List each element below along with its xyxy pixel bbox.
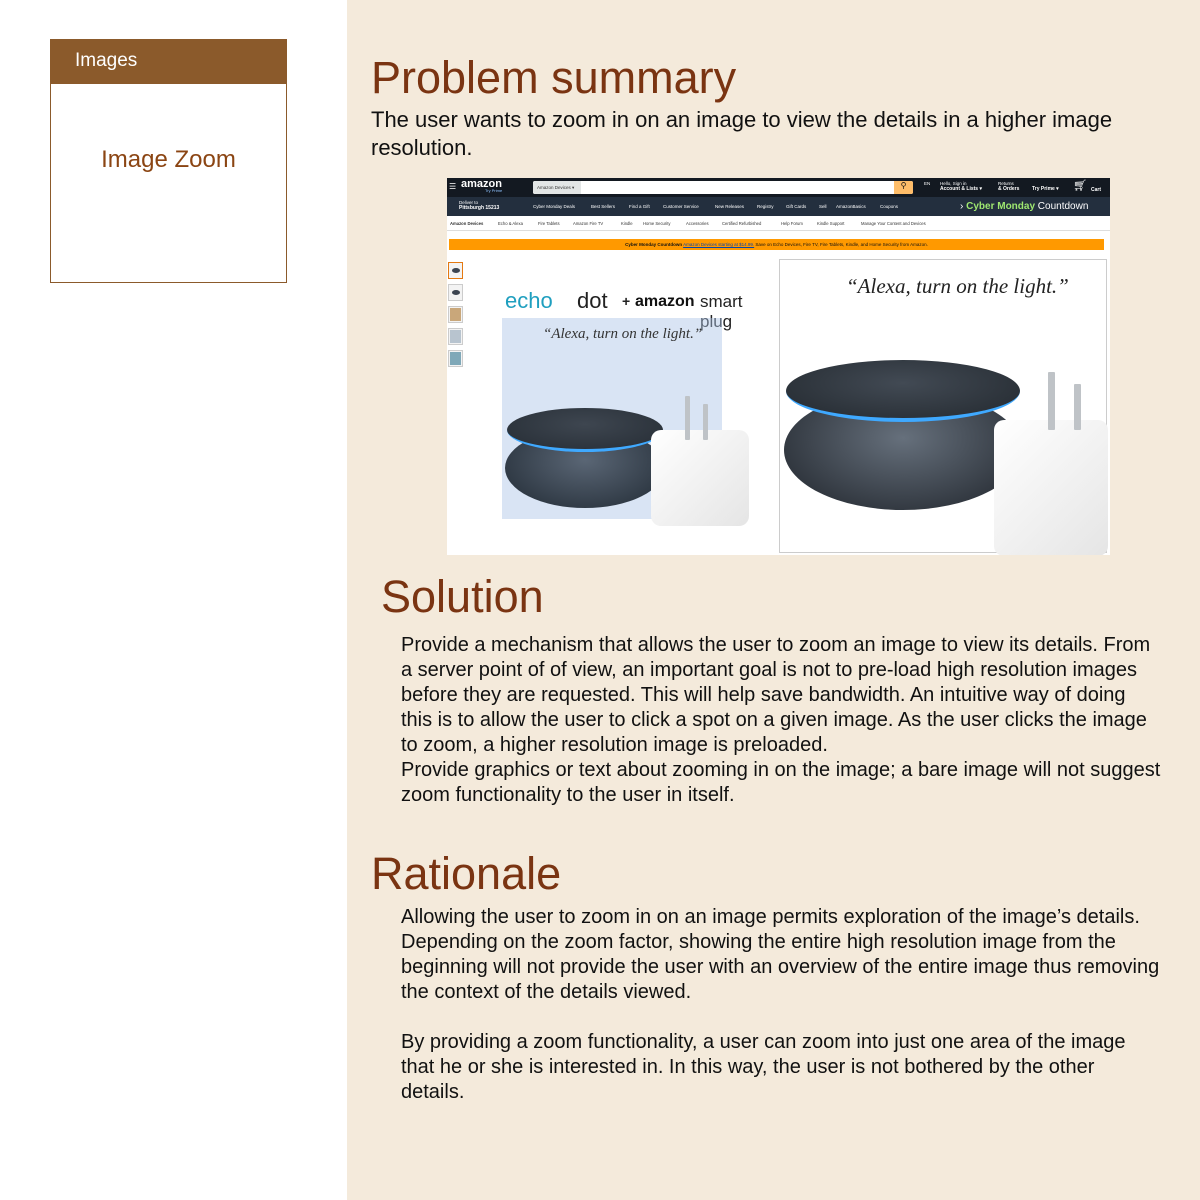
deliver-location: Pittsburgh 15213 — [459, 205, 500, 211]
sub-nav-link: Accessories — [686, 221, 709, 226]
nav-link: Coupons — [880, 204, 899, 209]
thumbnail — [448, 350, 463, 367]
sub-nav-link: Amazon Fire TV — [573, 221, 604, 226]
rationale-text: Allowing the user to zoom in on an image… — [401, 906, 1160, 1103]
menu-icon: ☰ — [449, 182, 457, 191]
countdown-bold: Cyber Monday — [966, 201, 1036, 212]
thumbnail — [448, 328, 463, 345]
sub-nav-link: Kindle — [621, 221, 633, 226]
nav-link-image-zoom[interactable]: Image Zoom — [51, 146, 286, 174]
nav-link: Cyber Monday Deals — [533, 204, 576, 209]
amazon-word: amazon — [635, 293, 695, 310]
amazon-sub-nav: Amazon Devices Echo & Alexa Fire Tablets… — [447, 216, 1110, 231]
sub-nav-link: Home Security — [643, 221, 671, 226]
cart-icon: 🛒︎ — [1073, 180, 1087, 192]
main-content: Problem summary The user wants to zoom i… — [347, 0, 1200, 1200]
sub-nav-link: Amazon Devices — [450, 221, 484, 226]
thumbnail — [448, 284, 463, 301]
sub-nav-link: Echo & Alexa — [498, 221, 523, 226]
search-icon: ⚲ — [894, 181, 913, 194]
rationale-heading: Rationale — [371, 848, 562, 899]
cyber-monday-countdown: › Cyber Monday Countdown — [960, 201, 1089, 212]
plus-word: + — [622, 293, 631, 309]
nav-link: Customer Service — [663, 204, 699, 209]
nav-card-title: Images — [51, 40, 286, 84]
nav-link: Registry — [757, 204, 774, 209]
product-image: echo dot + amazon smart plug “Alexa, tur… — [465, 258, 775, 548]
nav-link: New Releases — [715, 204, 745, 209]
thumbnail — [448, 306, 463, 323]
nav-link: Gift Cards — [786, 204, 807, 209]
amazon-nav-bar: Deliver to Pittsburgh 15213 Cyber Monday… — [447, 197, 1110, 216]
zoomed-smart-plug — [994, 420, 1108, 555]
problem-heading: Problem summary — [371, 52, 737, 103]
sub-nav-link: Help Forum — [781, 221, 803, 226]
echo-dot-top — [507, 408, 663, 452]
dot-word: dot — [577, 288, 608, 313]
sub-nav-link: Kindle Support — [817, 221, 845, 226]
zoomed-plug-prong — [1048, 372, 1055, 430]
try-prime-menu: Try Prime ▾ — [1032, 186, 1059, 192]
zoomed-quote: “Alexa, turn on the light.” — [846, 274, 1069, 298]
solution-heading: Solution — [381, 571, 544, 622]
zoomed-plug-prong — [1074, 384, 1081, 430]
zoomed-echo-top — [786, 360, 1020, 422]
echo-word: echo — [505, 288, 553, 313]
zoomed-image: “Alexa, turn on the light.” — [779, 259, 1108, 555]
account-lists: Account & Lists ▾ — [940, 186, 982, 192]
smart-plug — [651, 430, 749, 526]
nav-link: Sell — [819, 204, 827, 209]
banner-link: Amazon Devices starting at $14.99. — [683, 242, 755, 247]
try-prime-tag: Try Prime — [485, 188, 503, 193]
language-selector: EN — [924, 181, 931, 186]
nav-card: Images Image Zoom — [50, 39, 287, 283]
banner-bold: Cyber Monday Countdown — [625, 242, 683, 247]
amazon-screenshot: ☰ amazon Try Prime Amazon Devices ▾ ⚲ EN… — [447, 178, 1110, 555]
nav-link: AmazonBasics — [836, 204, 866, 209]
plug-prong — [685, 396, 690, 440]
cart-label: Cart — [1091, 187, 1102, 193]
banner-rest: Save on Echo Devices, Fire TV, Fire Tabl… — [755, 242, 928, 247]
sub-nav-link: Manage Your Content and Devices — [861, 221, 926, 226]
countdown-rest: Countdown — [1037, 201, 1089, 212]
left-sidebar: Images Image Zoom — [0, 0, 347, 1200]
amazon-header: ☰ amazon Try Prime Amazon Devices ▾ ⚲ EN… — [447, 178, 1110, 197]
thumbnail — [448, 262, 463, 279]
sub-nav-link: Fire Tablets — [538, 221, 560, 226]
search-category: Amazon Devices ▾ — [533, 181, 581, 194]
sub-nav-link: Certified Refurbished — [722, 221, 762, 226]
nav-link: Best Sellers — [591, 204, 616, 209]
promo-banner: Cyber Monday Countdown Amazon Devices st… — [449, 239, 1104, 250]
orders-text: & Orders — [998, 186, 1020, 192]
amazon-search-box: Amazon Devices ▾ — [533, 181, 913, 194]
plug-prong — [703, 404, 708, 440]
problem-text: The user wants to zoom in on an image to… — [371, 107, 1113, 160]
product-quote: “Alexa, turn on the light.” — [543, 326, 703, 342]
solution-text: Provide a mechanism that allows the user… — [401, 634, 1161, 806]
nav-link: Find a Gift — [629, 204, 650, 209]
